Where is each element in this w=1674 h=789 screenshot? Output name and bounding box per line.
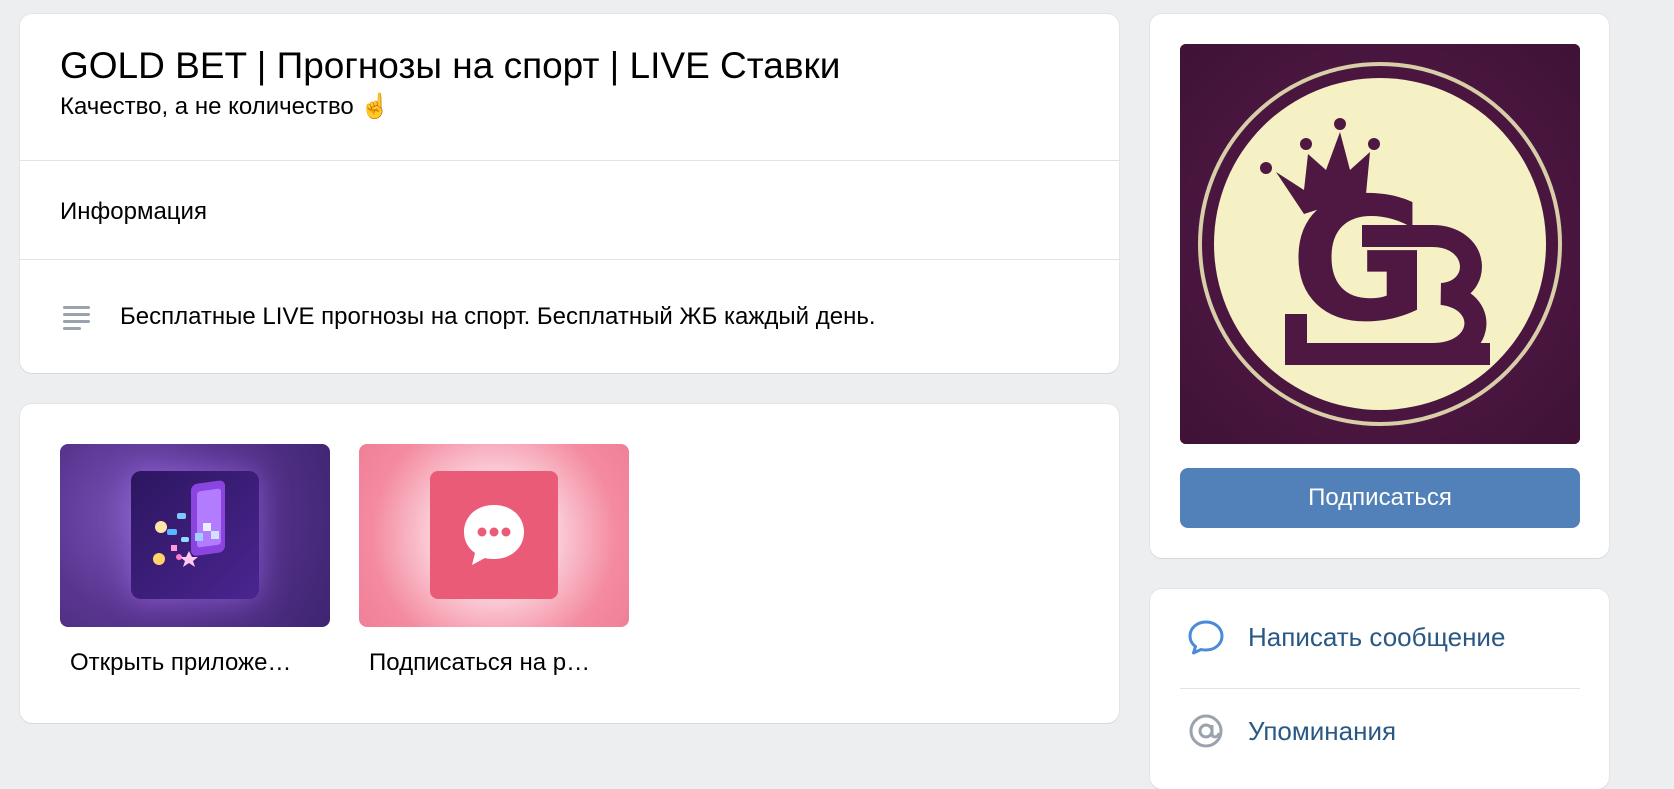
group-title: GOLD BET | Прогнозы на спорт | LIVE Став… — [60, 45, 841, 86]
write-message-action[interactable]: Написать сообщение — [1186, 617, 1505, 657]
avatar-card: G Подписаться — [1150, 14, 1609, 558]
apps-card: Открыть приложе… Подписаться на р… — [20, 404, 1119, 723]
subscribe-button[interactable]: Подписаться — [1180, 468, 1580, 528]
divider — [20, 259, 1119, 260]
app-label[interactable]: Подписаться на р… — [359, 647, 629, 679]
group-avatar[interactable]: G — [1180, 44, 1580, 444]
app-thumbnail[interactable] — [359, 444, 629, 627]
divider — [1180, 688, 1580, 689]
divider — [20, 160, 1119, 161]
app-label[interactable]: Открыть приложе… — [60, 647, 330, 679]
app-tile-open-app[interactable]: Открыть приложе… — [60, 444, 330, 679]
message-icon — [1186, 617, 1226, 657]
logo-letter-g: G — [1290, 162, 1430, 360]
mentions-action[interactable]: Упоминания — [1186, 711, 1396, 751]
group-description: Бесплатные LIVE прогнозы на спорт. Беспл… — [120, 303, 876, 330]
description-row: Бесплатные LIVE прогнозы на спорт. Беспл… — [60, 300, 876, 334]
text-lines-icon — [60, 300, 94, 334]
actions-card: Написать сообщение Упоминания — [1150, 589, 1609, 789]
chat-bubble-icon — [430, 471, 558, 599]
info-section-label[interactable]: Информация — [60, 196, 207, 228]
group-info-card: GOLD BET | Прогнозы на спорт | LIVE Став… — [20, 14, 1119, 373]
group-header: GOLD BET | Прогнозы на спорт | LIVE Став… — [60, 44, 1079, 124]
group-status[interactable]: Качество, а не количество ☝️ — [60, 90, 1079, 124]
write-message-label[interactable]: Написать сообщение — [1248, 622, 1505, 653]
app-thumbnail[interactable] — [60, 444, 330, 627]
gold-bet-logo: G — [1180, 44, 1580, 444]
app-store-icon — [131, 471, 259, 599]
mentions-label[interactable]: Упоминания — [1248, 716, 1396, 747]
at-icon — [1186, 711, 1226, 751]
app-tile-subscribe[interactable]: Подписаться на р… — [359, 444, 629, 679]
